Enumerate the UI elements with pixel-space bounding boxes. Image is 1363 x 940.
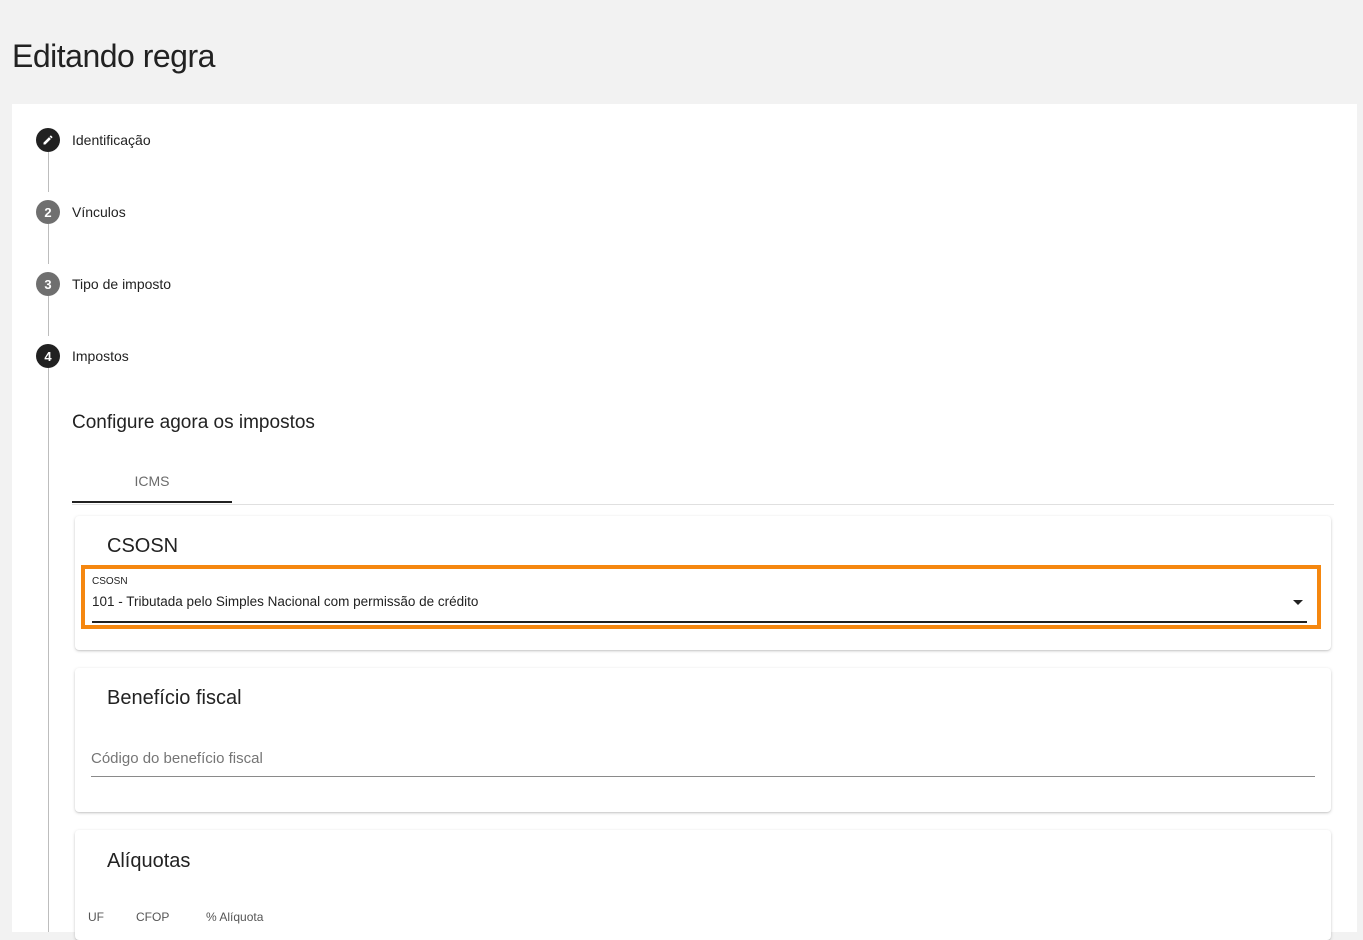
card-title: Alíquotas [107, 850, 191, 872]
step-number: 2 [36, 200, 60, 224]
step-vinculos[interactable]: 2 Vínculos [36, 200, 126, 224]
column-header-cfop[interactable]: CFOP [136, 910, 169, 924]
csosn-select[interactable]: CSOSN 101 - Tributada pelo Simples Nacio… [92, 569, 1307, 623]
aliquotas-card: Alíquotas UF CFOP % Alíquota [75, 830, 1331, 940]
pencil-icon [36, 128, 60, 152]
card-title: Benefício fiscal [107, 687, 242, 709]
step-label: Vínculos [72, 204, 126, 220]
csosn-highlight: CSOSN 101 - Tributada pelo Simples Nacio… [81, 565, 1321, 629]
step-label: Impostos [72, 348, 129, 364]
step-connector [47, 152, 49, 192]
step-label: Tipo de imposto [72, 276, 172, 292]
step-tipo-de-imposto[interactable]: 3 Tipo de imposto [36, 272, 171, 296]
step-number: 3 [36, 272, 60, 296]
card-title: CSOSN [107, 535, 179, 557]
step-identificacao[interactable]: Identificação [36, 128, 151, 152]
step-impostos[interactable]: 4 Impostos [36, 344, 129, 368]
beneficio-fiscal-card: Benefício fiscal [75, 668, 1331, 812]
dropdown-arrow-icon[interactable] [1293, 600, 1303, 605]
page-title: Editando regra [12, 38, 215, 74]
step-connector [47, 224, 49, 264]
column-header-uf[interactable]: UF [88, 910, 104, 924]
tab-icms[interactable]: ICMS [72, 460, 232, 503]
step-connector [47, 296, 49, 336]
csosn-card: CSOSN CSOSN 101 - Tributada pelo Simples… [75, 516, 1331, 650]
step-number: 4 [36, 344, 60, 368]
rule-editor-panel: Identificação 2 Vínculos 3 Tipo de impos… [12, 104, 1357, 940]
beneficio-code-input[interactable] [91, 740, 1315, 776]
column-header-aliquota[interactable]: % Alíquota [206, 910, 263, 924]
step-connector [47, 368, 49, 932]
tax-tabs: ICMS [72, 460, 1334, 505]
section-heading: Configure agora os impostos [72, 412, 315, 433]
selected-value: 101 - Tributada pelo Simples Nacional co… [92, 594, 479, 609]
step-label: Identificação [72, 132, 151, 148]
beneficio-code-field [91, 740, 1315, 777]
field-label: CSOSN [92, 576, 128, 587]
